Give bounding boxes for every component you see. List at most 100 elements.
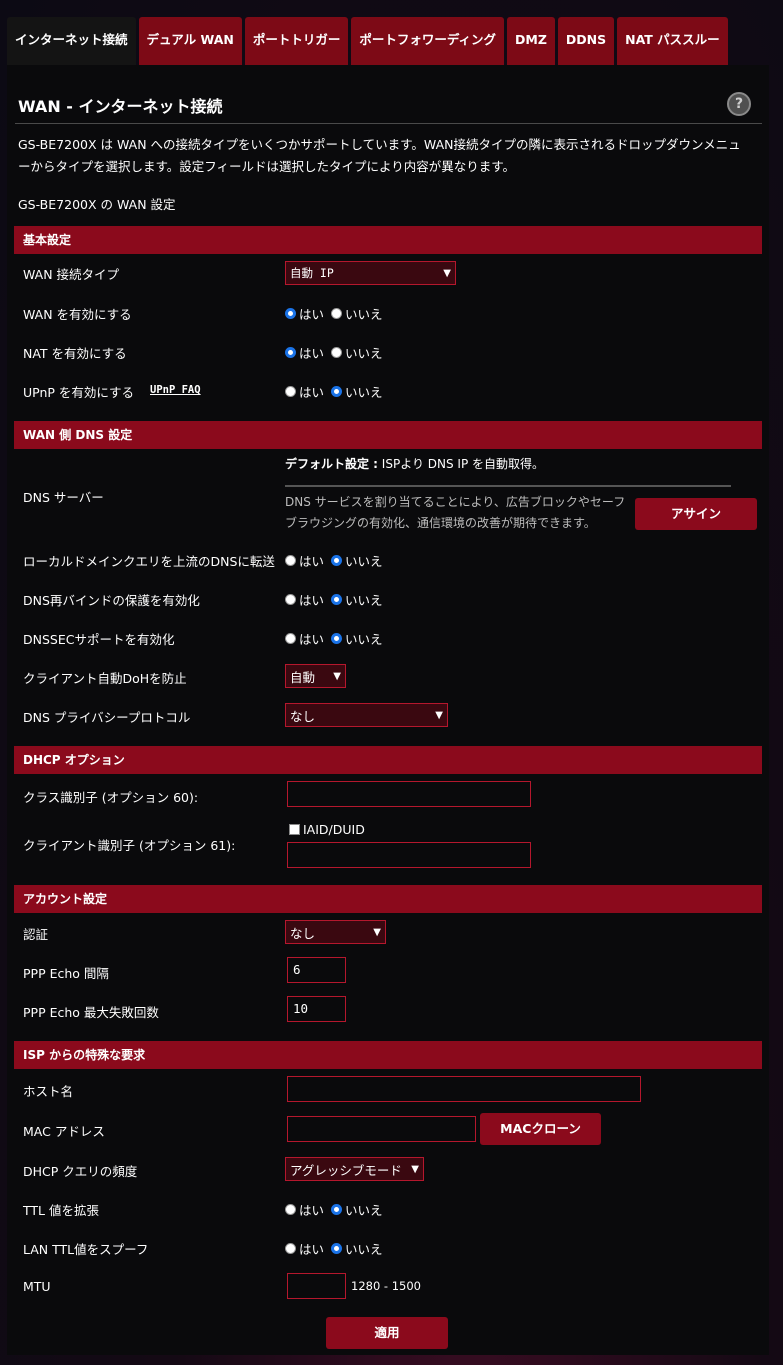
dnssec-radios: はい いいえ <box>285 629 390 648</box>
tab-dmz[interactable]: DMZ <box>507 17 555 65</box>
section-account: アカウント設定 <box>14 885 762 913</box>
ttl-no-radio[interactable] <box>331 1204 343 1215</box>
mac-clone-button[interactable]: MACクローン <box>480 1113 601 1145</box>
auth-select[interactable]: なし ▼ <box>285 920 386 944</box>
dns-default-desc: ISPより DNS IP を自動取得。 <box>377 457 545 471</box>
mac-address-label: MAC アドレス <box>23 1124 105 1139</box>
dnssec-label: DNSSECサポートを有効化 <box>23 632 175 647</box>
wan-enable-radios: はい いいえ <box>285 304 390 323</box>
class-id-label: クラス識別子 (オプション 60): <box>23 790 199 805</box>
upnp-radios: はい いいえ <box>285 382 390 401</box>
wan-enable-yes-radio[interactable] <box>285 308 296 319</box>
section-isp: ISP からの特殊な要求 <box>14 1041 762 1069</box>
dnssec-no-label: いいえ <box>345 632 383 647</box>
lan-ttl-no-label: いいえ <box>345 1242 383 1257</box>
wan-type-select[interactable]: 自動 IP ▼ <box>285 261 456 285</box>
upnp-no-label: いいえ <box>345 385 383 400</box>
chevron-down-icon: ▼ <box>373 926 381 938</box>
mac-address-input[interactable] <box>287 1116 476 1142</box>
dhcp-freq-select[interactable]: アグレッシブモード ▼ <box>285 1157 424 1181</box>
page-title: WAN - インターネット接続 <box>18 97 223 116</box>
host-name-input[interactable] <box>287 1076 641 1102</box>
dhcp-freq-label: DHCP クエリの頻度 <box>23 1164 138 1179</box>
ttl-yes-radio[interactable] <box>285 1204 296 1215</box>
assign-button[interactable]: アサイン <box>635 498 757 530</box>
nat-enable-yes-label: はい <box>299 346 325 361</box>
tab-ddns[interactable]: DDNS <box>557 17 615 65</box>
section-dhcp: DHCP オプション <box>14 746 762 774</box>
auth-value: なし <box>290 925 316 941</box>
mtu-input[interactable] <box>287 1273 346 1299</box>
mtu-label: MTU <box>23 1279 51 1294</box>
echo-fail-label: PPP Echo 最大失敗回数 <box>23 1005 159 1020</box>
host-name-label: ホスト名 <box>23 1084 74 1099</box>
dns-rebind-radios: はい いいえ <box>285 590 390 609</box>
dnssec-no-radio[interactable] <box>331 633 343 644</box>
dns-forward-label: ローカルドメインクエリを上流のDNSに転送 <box>23 554 275 569</box>
chevron-down-icon: ▼ <box>443 267 451 279</box>
upnp-yes-label: はい <box>299 385 325 400</box>
chevron-down-icon: ▼ <box>435 709 443 721</box>
dnssec-yes-radio[interactable] <box>285 633 296 644</box>
iaid-label: IAID/DUID <box>303 822 365 837</box>
dns-server-label: DNS サーバー <box>23 490 104 505</box>
dns-forward-yes-radio[interactable] <box>285 555 296 566</box>
wan-type-value: 自動 IP <box>290 266 334 280</box>
tab-bar: インターネット接続 デュアル WAN ポートトリガー ポートフォワーディング D… <box>7 17 728 65</box>
lan-ttl-yes-label: はい <box>299 1242 325 1257</box>
tab-nat-passthrough[interactable]: NAT パススルー <box>617 17 728 65</box>
echo-interval-input[interactable]: 6 <box>287 957 346 983</box>
client-id-input[interactable] <box>287 842 531 868</box>
class-id-input[interactable] <box>287 781 531 807</box>
echo-fail-input[interactable]: 10 <box>287 996 346 1022</box>
client-id-label: クライアント識別子 (オプション 61): <box>23 838 236 853</box>
dns-rebind-no-label: いいえ <box>345 593 383 608</box>
echo-interval-label: PPP Echo 間隔 <box>23 966 109 981</box>
dns-divider <box>285 485 731 487</box>
upnp-yes-radio[interactable] <box>285 386 296 397</box>
ttl-yes-label: はい <box>299 1203 325 1218</box>
mtu-range: 1280 - 1500 <box>351 1279 421 1293</box>
lan-ttl-yes-radio[interactable] <box>285 1243 296 1254</box>
doh-select[interactable]: 自動 ▼ <box>285 664 346 688</box>
auth-label: 認証 <box>23 927 49 942</box>
dns-rebind-no-radio[interactable] <box>331 594 343 605</box>
dns-default-bold: デフォルト設定 : <box>285 457 378 471</box>
tab-port-trigger[interactable]: ポートトリガー <box>244 17 349 65</box>
dns-note: DNS サービスを割り当てることにより、広告ブロックやセーフブラウジングの有効化… <box>285 495 626 530</box>
apply-button[interactable]: 適用 <box>326 1317 448 1349</box>
upnp-faq-link[interactable]: UPnP FAQ <box>150 384 201 396</box>
iaid-checkbox[interactable] <box>289 824 300 835</box>
page-subtitle: GS-BE7200X の WAN 設定 <box>18 197 176 212</box>
dns-rebind-yes-radio[interactable] <box>285 594 296 605</box>
page-description: GS-BE7200X は WAN への接続タイプをいくつかサポートしています。W… <box>18 137 741 174</box>
nat-enable-label: NAT を有効にする <box>23 346 127 361</box>
ttl-label: TTL 値を拡張 <box>23 1203 99 1218</box>
dns-forward-radios: はい いいえ <box>285 551 390 570</box>
tab-port-forwarding[interactable]: ポートフォワーディング <box>351 17 505 65</box>
upnp-no-radio[interactable] <box>331 386 343 397</box>
dnssec-yes-label: はい <box>299 632 325 647</box>
help-icon[interactable]: ? <box>727 92 751 116</box>
wan-enable-no-label: いいえ <box>345 307 383 322</box>
doh-value: 自動 <box>290 669 316 685</box>
section-dns: WAN 側 DNS 設定 <box>14 421 762 449</box>
ttl-radios: はい いいえ <box>285 1200 390 1219</box>
wan-type-label: WAN 接続タイプ <box>23 267 120 282</box>
ttl-no-label: いいえ <box>345 1203 383 1218</box>
dns-forward-no-radio[interactable] <box>331 555 343 566</box>
nat-enable-yes-radio[interactable] <box>285 347 296 358</box>
wan-enable-no-radio[interactable] <box>331 308 343 319</box>
dns-rebind-label: DNS再バインドの保護を有効化 <box>23 593 200 608</box>
dns-privacy-label: DNS プライバシープロトコル <box>23 710 191 725</box>
nat-enable-radios: はい いいえ <box>285 343 390 362</box>
tab-dual-wan[interactable]: デュアル WAN <box>138 17 242 65</box>
nat-enable-no-radio[interactable] <box>331 347 343 358</box>
lan-ttl-no-radio[interactable] <box>331 1243 343 1254</box>
dns-forward-no-label: いいえ <box>345 554 383 569</box>
tab-internet-connection[interactable]: インターネット接続 <box>7 17 136 65</box>
dns-privacy-select[interactable]: なし ▼ <box>285 703 448 727</box>
dns-privacy-value: なし <box>290 708 316 724</box>
section-basic: 基本設定 <box>14 226 762 254</box>
title-divider <box>15 123 762 124</box>
